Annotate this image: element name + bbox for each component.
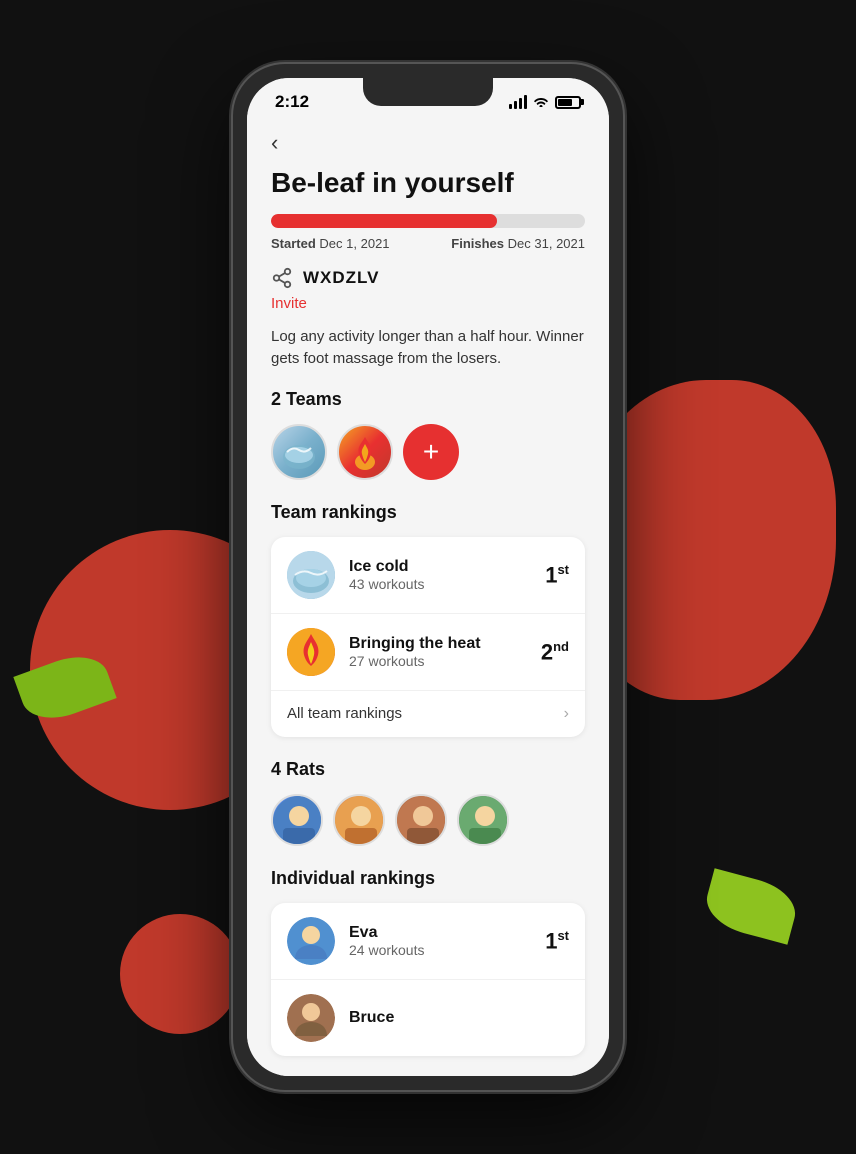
team-rankings-card: Ice cold 43 workouts 1st bbox=[271, 537, 585, 737]
team-ranking-item-2[interactable]: Bringing the heat 27 workouts 2nd bbox=[271, 614, 585, 691]
rat-avatar-4[interactable] bbox=[457, 794, 509, 846]
individual-rank-name-eva: Eva bbox=[349, 924, 545, 942]
team-rankings-title: Team rankings bbox=[271, 502, 585, 523]
challenge-description: Log any activity longer than a half hour… bbox=[271, 326, 585, 371]
team-rank-avatar-ice bbox=[287, 551, 335, 599]
main-content: ‹ Be-leaf in yourself Started Dec 1, 202… bbox=[247, 120, 609, 1076]
individual-rank-name-bruce: Bruce bbox=[349, 1009, 569, 1027]
notch bbox=[363, 78, 493, 106]
status-bar: 2:12 bbox=[247, 78, 609, 120]
start-date: Started Dec 1, 2021 bbox=[271, 236, 390, 251]
team-rank-name-2: Bringing the heat bbox=[349, 635, 541, 653]
rat-avatar-3[interactable] bbox=[395, 794, 447, 846]
rat-avatar-2[interactable] bbox=[333, 794, 385, 846]
teams-avatars: + bbox=[271, 424, 585, 480]
individual-ranking-item-2[interactable]: Bruce bbox=[271, 980, 585, 1056]
challenge-title: Be-leaf in yourself bbox=[271, 166, 585, 200]
team-rank-workouts-2: 27 workouts bbox=[349, 653, 541, 669]
leaf-right bbox=[700, 868, 801, 944]
team-rank-position-2: 2nd bbox=[541, 639, 569, 665]
individual-rank-position-eva: 1st bbox=[545, 928, 569, 954]
chevron-right-icon: › bbox=[564, 705, 569, 723]
team-rank-position-1: 1st bbox=[545, 562, 569, 588]
bg-decoration-bottom bbox=[120, 914, 240, 1034]
individual-avatar-bruce bbox=[287, 994, 335, 1042]
team-ranking-item[interactable]: Ice cold 43 workouts 1st bbox=[271, 537, 585, 614]
date-row: Started Dec 1, 2021 Finishes Dec 31, 202… bbox=[271, 236, 585, 251]
phone-shell: 2:12 bbox=[233, 64, 623, 1090]
team-rank-info-1: Ice cold 43 workouts bbox=[349, 558, 545, 592]
add-team-button[interactable]: + bbox=[403, 424, 459, 480]
share-icon bbox=[271, 267, 293, 289]
progress-bar-fill bbox=[271, 214, 497, 228]
rat-avatar-1[interactable] bbox=[271, 794, 323, 846]
individual-ranking-item-1[interactable]: Eva 24 workouts 1st bbox=[271, 903, 585, 980]
team-rank-avatar-fire bbox=[287, 628, 335, 676]
end-date: Finishes Dec 31, 2021 bbox=[451, 236, 585, 251]
rats-section-title: 4 Rats bbox=[271, 759, 585, 780]
battery-icon bbox=[555, 96, 581, 109]
rats-avatars bbox=[271, 794, 585, 846]
status-icons bbox=[509, 94, 581, 110]
individual-rank-workouts-eva: 24 workouts bbox=[349, 942, 545, 958]
team-avatar-ice[interactable] bbox=[271, 424, 327, 480]
progress-bar-container bbox=[271, 214, 585, 228]
all-rankings-label: All team rankings bbox=[287, 705, 402, 722]
individual-avatar-eva bbox=[287, 917, 335, 965]
teams-section-title: 2 Teams bbox=[271, 389, 585, 410]
team-rank-workouts-1: 43 workouts bbox=[349, 576, 545, 592]
invite-link[interactable]: Invite bbox=[271, 295, 585, 312]
phone-screen: 2:12 bbox=[247, 78, 609, 1076]
individual-rankings-title: Individual rankings bbox=[271, 868, 585, 889]
scene: 2:12 bbox=[0, 0, 856, 1154]
invite-code-row: WXDZLV bbox=[271, 267, 585, 289]
team-rank-name-1: Ice cold bbox=[349, 558, 545, 576]
back-button[interactable]: ‹ bbox=[271, 130, 278, 156]
team-rank-info-2: Bringing the heat 27 workouts bbox=[349, 635, 541, 669]
individual-rank-info-eva: Eva 24 workouts bbox=[349, 924, 545, 958]
all-rankings-row[interactable]: All team rankings › bbox=[271, 691, 585, 737]
individual-rank-info-bruce: Bruce bbox=[349, 1009, 569, 1027]
signal-icon bbox=[509, 95, 527, 109]
team-avatar-fire[interactable] bbox=[337, 424, 393, 480]
wifi-icon bbox=[533, 94, 549, 110]
status-time: 2:12 bbox=[275, 92, 309, 112]
invite-code: WXDZLV bbox=[303, 268, 380, 288]
individual-rankings-card: Eva 24 workouts 1st bbox=[271, 903, 585, 1056]
